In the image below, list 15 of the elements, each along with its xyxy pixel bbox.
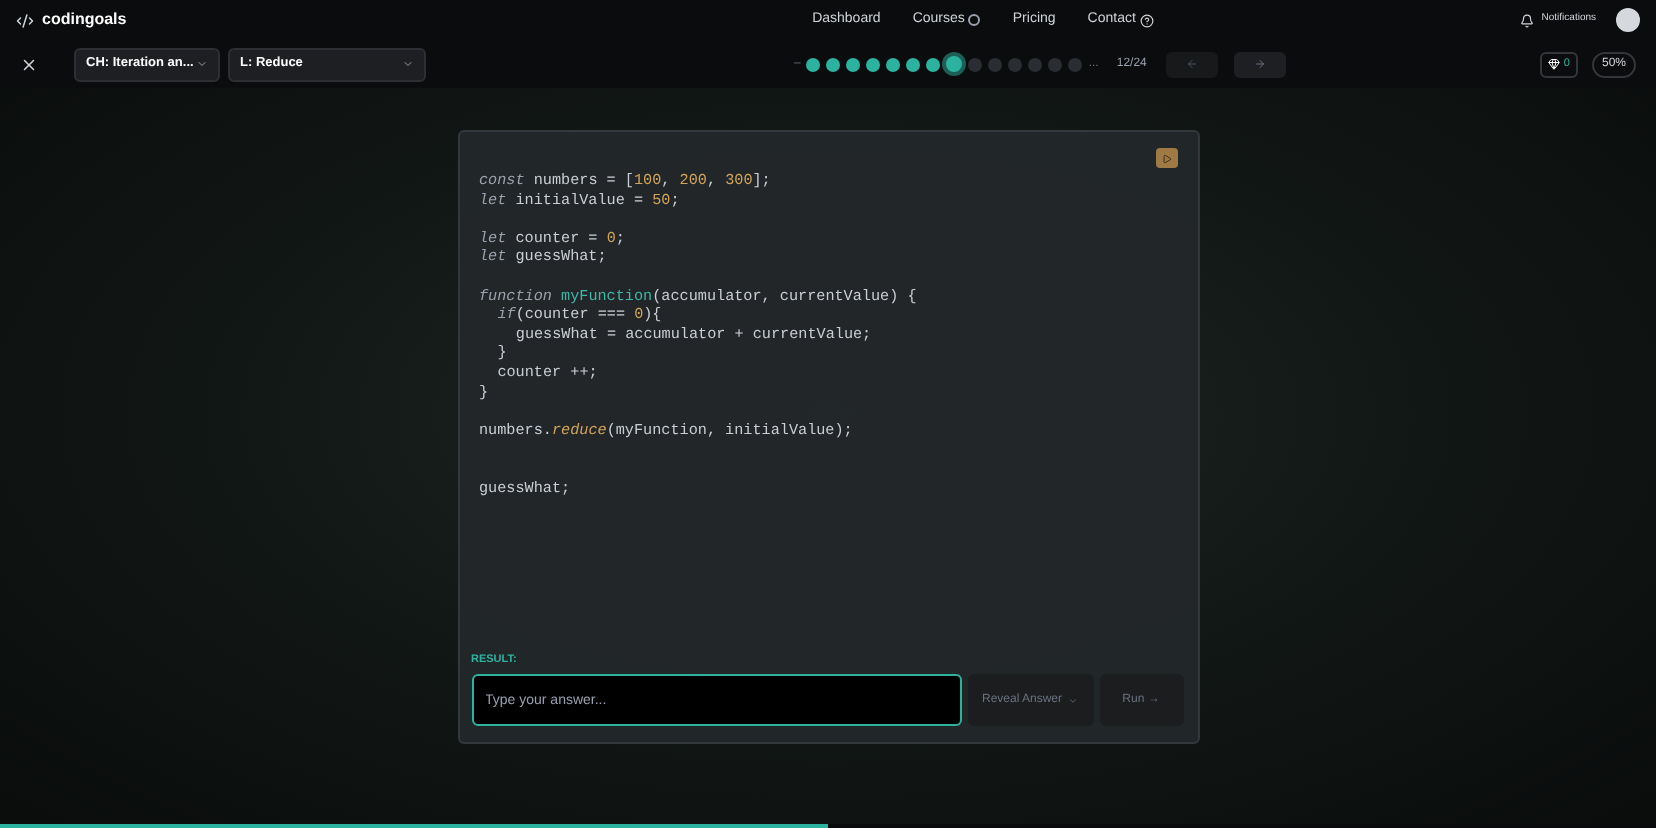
play-icon xyxy=(1161,153,1171,163)
brand-name[interactable]: codingoals xyxy=(42,8,127,32)
right-arrow-icon xyxy=(1254,58,1267,70)
info-icon xyxy=(968,14,981,26)
help-icon xyxy=(1139,13,1154,27)
gem-icon xyxy=(1547,58,1560,70)
chevron-icon xyxy=(402,58,414,70)
run-code-button[interactable] xyxy=(1155,148,1177,168)
logo-icon xyxy=(16,11,34,29)
left-arrow-icon xyxy=(1186,58,1199,70)
chevron-icon xyxy=(196,58,208,70)
close-icon[interactable] xyxy=(20,55,38,73)
avatar[interactable] xyxy=(1616,8,1640,32)
bell-icon[interactable] xyxy=(1519,13,1534,27)
caret-icon xyxy=(1068,695,1079,705)
